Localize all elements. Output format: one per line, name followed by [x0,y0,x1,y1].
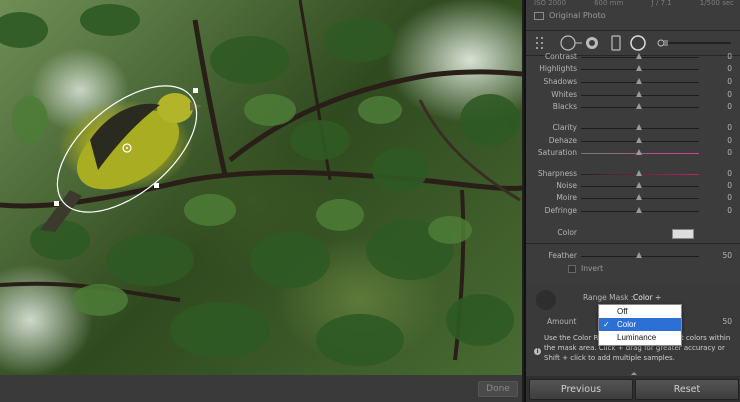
slider-contrast[interactable]: Contrast 0 [526,51,740,63]
slider-noise[interactable]: Noise 0 [526,180,740,192]
invert-label: Invert [581,264,604,273]
invert-toggle[interactable]: Invert [568,264,603,273]
panel-bottom-buttons: Previous Reset [526,376,740,402]
color-row: Color [526,227,740,239]
radial-filter-icon [560,35,576,51]
erase-icon [611,35,621,51]
slider-moire[interactable]: Moire 0 [526,192,740,204]
toolbar-bottom: Done [0,375,522,402]
slider-blacks[interactable]: Blacks 0 [526,101,740,113]
shutter-speed: 1/500 sec [699,0,734,7]
size-preview-icon [630,35,646,51]
slider-shadows[interactable]: Shadows 0 [526,76,740,88]
dropdown-option-off[interactable]: Off [599,305,681,318]
focal-length: 600 mm [594,0,624,7]
range-mask-select[interactable]: Color ÷ [633,293,661,302]
mask-toolbar [526,33,740,53]
slider-clarity[interactable]: Clarity 0 [526,122,740,134]
slider-feather[interactable]: Feather 50 [526,250,740,262]
color-label: Color [557,228,577,237]
done-button[interactable]: Done [478,381,518,397]
original-photo-icon [534,11,544,20]
mask-handle-right [154,183,159,188]
aperture-value: ƒ / 7.1 [651,0,672,7]
dropdown-option-color[interactable]: ✓ Color [599,318,681,331]
dropdown-option-luminance[interactable]: Luminance [599,331,681,344]
color-swatch[interactable] [672,229,694,239]
slider-defringe[interactable]: Defringe 0 [526,205,740,217]
original-photo-toggle[interactable]: Original Photo [534,11,606,20]
original-photo-label: Original Photo [549,11,606,20]
slider-dehaze[interactable]: Dehaze 0 [526,135,740,147]
mask-handle-bottom [54,201,59,206]
invert-checkbox[interactable] [568,264,576,273]
slider-highlights[interactable]: Highlights 0 [526,63,740,75]
grid-tool-icon [536,37,543,49]
mask-handle-top [193,88,198,93]
slider-whites[interactable]: Whites 0 [526,89,740,101]
exif-info: ISO 2000 600 mm ƒ / 7.1 1/500 sec [526,0,740,10]
photo-overlay [0,0,522,366]
slider-saturation[interactable]: Saturation 0 [526,147,740,159]
range-mask-label: Range Mask : [583,293,634,302]
slider-sharpness[interactable]: Sharpness 0 [526,168,740,180]
photo-canvas[interactable] [0,0,522,375]
iso-value: ISO 2000 [534,0,567,7]
reset-button[interactable]: Reset [635,379,739,400]
range-mask-dropdown[interactable]: Off ✓ Color Luminance [598,304,682,346]
info-icon: i [534,348,541,355]
eyedropper-icon[interactable] [536,290,556,310]
bird [40,93,202,232]
previous-button[interactable]: Previous [529,379,633,400]
scroll-up-icon[interactable] [631,372,637,375]
checkmark-icon: ✓ [603,320,610,329]
